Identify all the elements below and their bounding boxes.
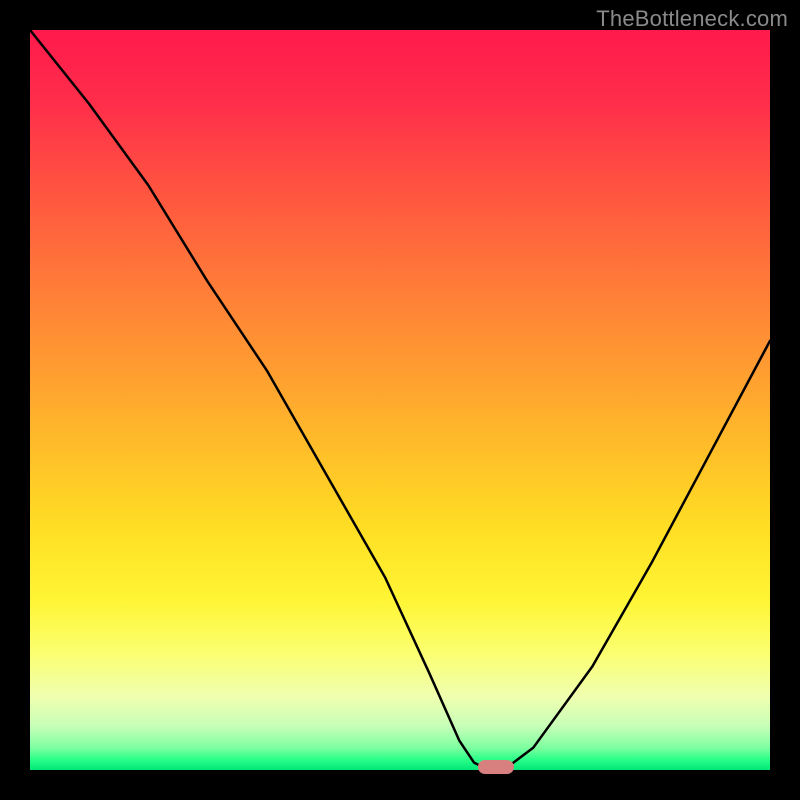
- optimal-marker: [478, 760, 514, 774]
- plot-area: [30, 30, 770, 770]
- chart-container: TheBottleneck.com: [0, 0, 800, 800]
- curve-svg: [30, 30, 770, 770]
- watermark-text: TheBottleneck.com: [596, 6, 788, 32]
- bottleneck-curve: [30, 30, 770, 770]
